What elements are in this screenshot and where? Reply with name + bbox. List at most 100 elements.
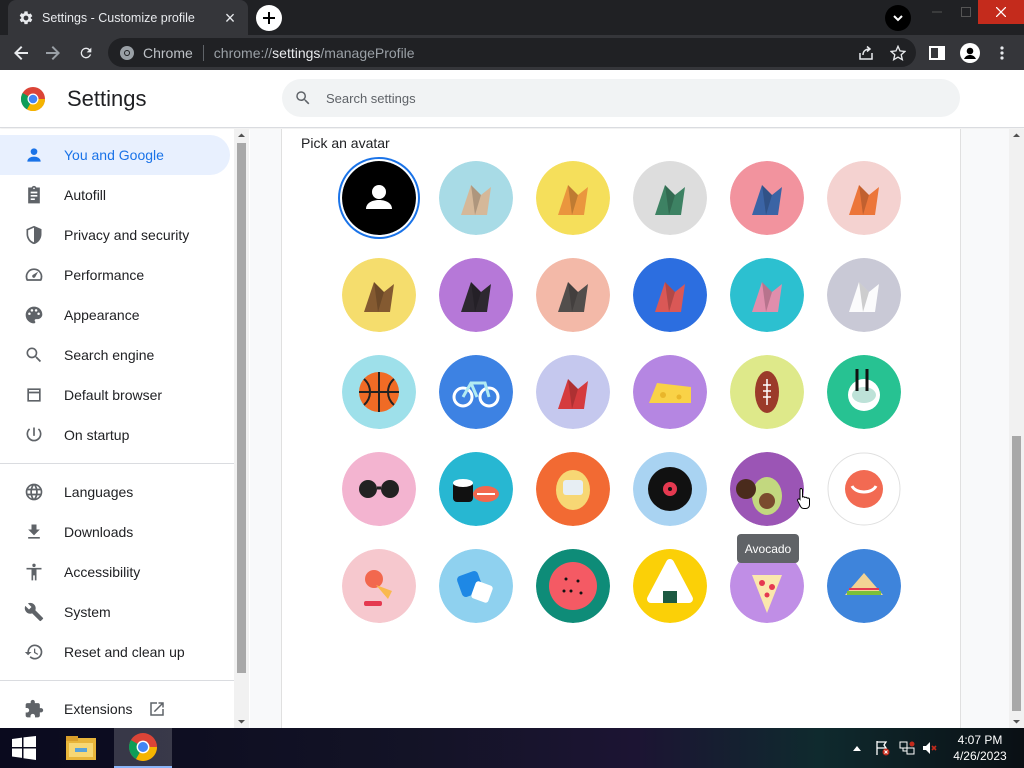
tab-search-button[interactable] bbox=[885, 5, 911, 31]
avatar-option-ice-cream[interactable] bbox=[342, 549, 416, 623]
tray-network[interactable] bbox=[896, 728, 918, 768]
sidebar-item-you-and-google[interactable]: You and Google bbox=[0, 135, 230, 175]
avatar-option-cheese[interactable] bbox=[633, 355, 707, 429]
avatar-option-monkey[interactable] bbox=[342, 258, 416, 332]
main-scrollbar[interactable] bbox=[1009, 129, 1024, 728]
avatar-option-dragon[interactable] bbox=[633, 161, 707, 235]
sidebar-item-search-engine[interactable]: Search engine bbox=[0, 335, 230, 375]
page-title: Settings bbox=[67, 86, 147, 111]
sidebar-scrollbar[interactable] bbox=[234, 129, 249, 728]
taskbar-chrome[interactable] bbox=[114, 728, 172, 768]
avatar-option-elephant[interactable] bbox=[730, 161, 804, 235]
new-tab-button[interactable] bbox=[256, 5, 282, 31]
sidebar-item-label: On startup bbox=[64, 427, 130, 443]
url-text: chrome://settings/manageProfile bbox=[213, 44, 415, 61]
scroll-up-icon bbox=[238, 133, 245, 137]
tab-close-icon[interactable]: × bbox=[222, 9, 238, 27]
avatar-option-panda[interactable] bbox=[439, 258, 513, 332]
back-button[interactable] bbox=[6, 35, 36, 70]
sidebar-item-reset-and-clean-up[interactable]: Reset and clean up bbox=[0, 632, 230, 672]
palette-icon bbox=[24, 305, 44, 325]
avatar-option-cat[interactable] bbox=[439, 161, 513, 235]
profile-button[interactable] bbox=[955, 35, 985, 70]
share-button[interactable] bbox=[851, 35, 881, 70]
shield-icon bbox=[24, 225, 44, 245]
avatar-option-football[interactable] bbox=[730, 355, 804, 429]
avatar-option-vinyl[interactable] bbox=[633, 452, 707, 526]
avatar-option-bird[interactable] bbox=[536, 355, 610, 429]
avatar-option-fox[interactable] bbox=[827, 161, 901, 235]
sidebar-item-label: Accessibility bbox=[64, 564, 141, 580]
reload-icon bbox=[80, 47, 92, 58]
bookmark-button[interactable] bbox=[883, 35, 913, 70]
avatar-option-sandwich[interactable] bbox=[827, 549, 901, 623]
search-settings-field[interactable]: Search settings bbox=[282, 79, 960, 117]
sidebar-item-label: Languages bbox=[64, 484, 134, 500]
avatar-option-watermelon[interactable] bbox=[536, 549, 610, 623]
avatar-tooltip: Avocado bbox=[737, 534, 799, 563]
avatar-option-onigiri[interactable] bbox=[633, 549, 707, 623]
scroll-down-icon bbox=[238, 720, 245, 724]
sidebar-item-appearance[interactable]: Appearance bbox=[0, 295, 230, 335]
scroll-down-icon bbox=[1013, 720, 1020, 724]
taskbar-clock[interactable]: 4:07 PM 4/26/2023 bbox=[944, 732, 1016, 764]
avatar-option-butterfly[interactable] bbox=[633, 258, 707, 332]
avatar-option-sushi[interactable] bbox=[439, 452, 513, 526]
active-tab[interactable]: Settings - Customize profile × bbox=[8, 0, 248, 35]
avatar-option-tamagotchi[interactable] bbox=[536, 452, 610, 526]
window-maximize-button[interactable] bbox=[954, 0, 978, 24]
reload-button[interactable] bbox=[71, 35, 101, 70]
window-minimize-button[interactable] bbox=[920, 0, 954, 24]
avatar-option-avocado[interactable] bbox=[730, 452, 804, 526]
avatar-option-penguin[interactable] bbox=[536, 258, 610, 332]
sidebar-item-languages[interactable]: Languages bbox=[0, 472, 230, 512]
sidebar-item-performance[interactable]: Performance bbox=[0, 255, 230, 295]
browser-window-icon bbox=[24, 385, 44, 405]
tray-action-center[interactable] bbox=[872, 728, 892, 768]
menu-button[interactable] bbox=[987, 35, 1017, 70]
sidebar-item-downloads[interactable]: Downloads bbox=[0, 512, 230, 552]
avatar-option-ice-cubes[interactable] bbox=[439, 549, 513, 623]
sidebar-item-privacy-and-security[interactable]: Privacy and security bbox=[0, 215, 230, 255]
scrollbar-thumb[interactable] bbox=[1012, 436, 1021, 711]
power-icon bbox=[24, 425, 44, 445]
avatar-option-corgi[interactable] bbox=[536, 161, 610, 235]
avatar-option-sunglasses[interactable] bbox=[342, 452, 416, 526]
tray-volume[interactable] bbox=[920, 728, 940, 768]
sidebar-item-accessibility[interactable]: Accessibility bbox=[0, 552, 230, 592]
avatar-option-onigiri-smile[interactable] bbox=[827, 452, 901, 526]
sidebar-item-system[interactable]: System bbox=[0, 592, 230, 632]
search-icon bbox=[24, 345, 44, 365]
sidebar-item-autofill[interactable]: Autofill bbox=[0, 175, 230, 215]
main-content: Pick an avatar Avocado bbox=[250, 129, 1010, 728]
browser-toolbar: Chrome chrome://settings/manageProfile bbox=[0, 35, 1024, 70]
avatar-option-rabbit[interactable] bbox=[730, 258, 804, 332]
sidebar-item-label: Default browser bbox=[64, 387, 163, 403]
search-icon bbox=[296, 91, 310, 105]
minimize-icon bbox=[932, 11, 942, 13]
avatar-option-ramen[interactable] bbox=[827, 355, 901, 429]
avatar-option-basketball[interactable] bbox=[342, 355, 416, 429]
address-bar[interactable]: Chrome chrome://settings/manageProfile bbox=[108, 38, 916, 67]
sidebar-item-default-browser[interactable]: Default browser bbox=[0, 375, 230, 415]
side-panel-button[interactable] bbox=[922, 35, 952, 70]
gear-icon bbox=[18, 10, 34, 26]
start-button[interactable] bbox=[0, 728, 48, 768]
scrollbar-thumb[interactable] bbox=[237, 143, 246, 673]
sidebar-item-extensions[interactable]: Extensions bbox=[0, 689, 230, 728]
search-placeholder: Search settings bbox=[326, 90, 416, 106]
avatar-option-generic-person[interactable] bbox=[342, 161, 416, 235]
tray-overflow-button[interactable] bbox=[848, 728, 866, 768]
sidebar-item-label: Extensions bbox=[64, 701, 133, 717]
window-close-button[interactable] bbox=[978, 0, 1024, 24]
sidebar-item-label: Appearance bbox=[64, 307, 140, 323]
taskbar-file-explorer[interactable] bbox=[57, 728, 105, 768]
chrome-logo-icon bbox=[20, 87, 45, 112]
avatar-option-unicorn[interactable] bbox=[827, 258, 901, 332]
sidebar-item-on-startup[interactable]: On startup bbox=[0, 415, 230, 455]
puzzle-icon bbox=[24, 699, 44, 719]
avatar-option-bicycle[interactable] bbox=[439, 355, 513, 429]
sidebar-item-label: You and Google bbox=[64, 147, 164, 163]
forward-button[interactable] bbox=[38, 35, 68, 70]
avatar-card: Pick an avatar bbox=[281, 129, 961, 728]
